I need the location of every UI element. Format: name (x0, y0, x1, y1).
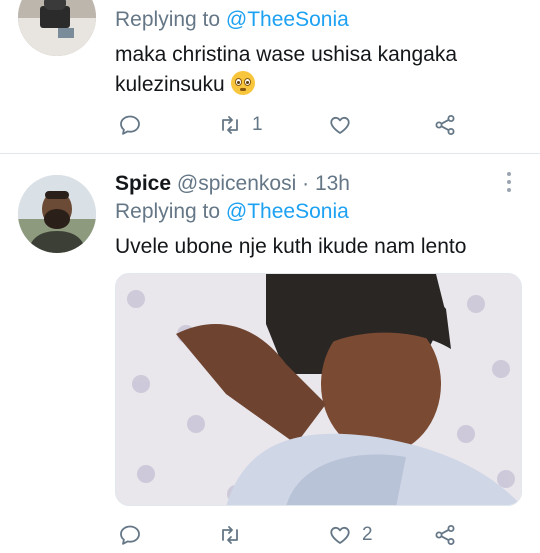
replying-to: Replying to @TheeSonia (115, 6, 526, 34)
tweet-actions: 1 (115, 110, 475, 140)
replying-prefix: Replying to (115, 8, 221, 31)
like-count: 2 (362, 524, 373, 545)
replying-prefix: Replying to (115, 200, 221, 223)
replying-to: Replying to @TheeSonia (115, 198, 526, 226)
avatar-image (18, 175, 96, 253)
tweet-divider (0, 153, 540, 154)
tweet-actions: 2 (115, 520, 475, 550)
reply-button[interactable] (118, 110, 142, 140)
separator: · (302, 172, 310, 195)
reply-icon (120, 115, 140, 135)
tweet[interactable]: Spice @spicenkosi · 13h Replying to @The… (0, 158, 540, 553)
timestamp[interactable]: 13h (315, 172, 350, 195)
display-name[interactable]: Spice (115, 172, 171, 195)
flushed-face-icon (230, 71, 255, 95)
retweet-button[interactable] (218, 520, 242, 550)
avatar[interactable] (18, 0, 96, 56)
replying-handle-link[interactable]: @TheeSonia (226, 8, 349, 31)
tweet-text: maka christina wase ushisa kangaka kulez… (115, 40, 526, 100)
tweet-media-image[interactable] (115, 273, 522, 506)
like-button[interactable] (328, 110, 352, 140)
retweet-icon (222, 116, 238, 134)
like-button[interactable]: 2 (328, 520, 373, 550)
reply-icon (120, 525, 140, 545)
retweet-button[interactable]: 1 (218, 110, 263, 140)
tweet-text-body: maka christina wase ushisa kangaka kulez… (115, 43, 458, 96)
retweet-icon (222, 526, 238, 544)
share-icon (435, 525, 455, 545)
user-handle[interactable]: @spicenkosi (177, 172, 296, 195)
reply-button[interactable] (118, 520, 142, 550)
heart-icon (330, 526, 350, 544)
tweet[interactable]: Replying to @TheeSonia maka christina wa… (0, 0, 540, 150)
tweet-header: Spice @spicenkosi · 13h (115, 170, 526, 198)
tweet-text: Uvele ubone nje kuth ikude nam lento (115, 235, 467, 258)
avatar[interactable] (18, 175, 96, 253)
retweet-count: 1 (252, 114, 263, 135)
heart-icon (330, 116, 350, 134)
media-photo (116, 274, 521, 505)
share-button[interactable] (433, 520, 457, 550)
replying-handle-link[interactable]: @TheeSonia (226, 200, 349, 223)
avatar-image (18, 0, 96, 56)
share-button[interactable] (433, 110, 457, 140)
share-icon (435, 115, 455, 135)
